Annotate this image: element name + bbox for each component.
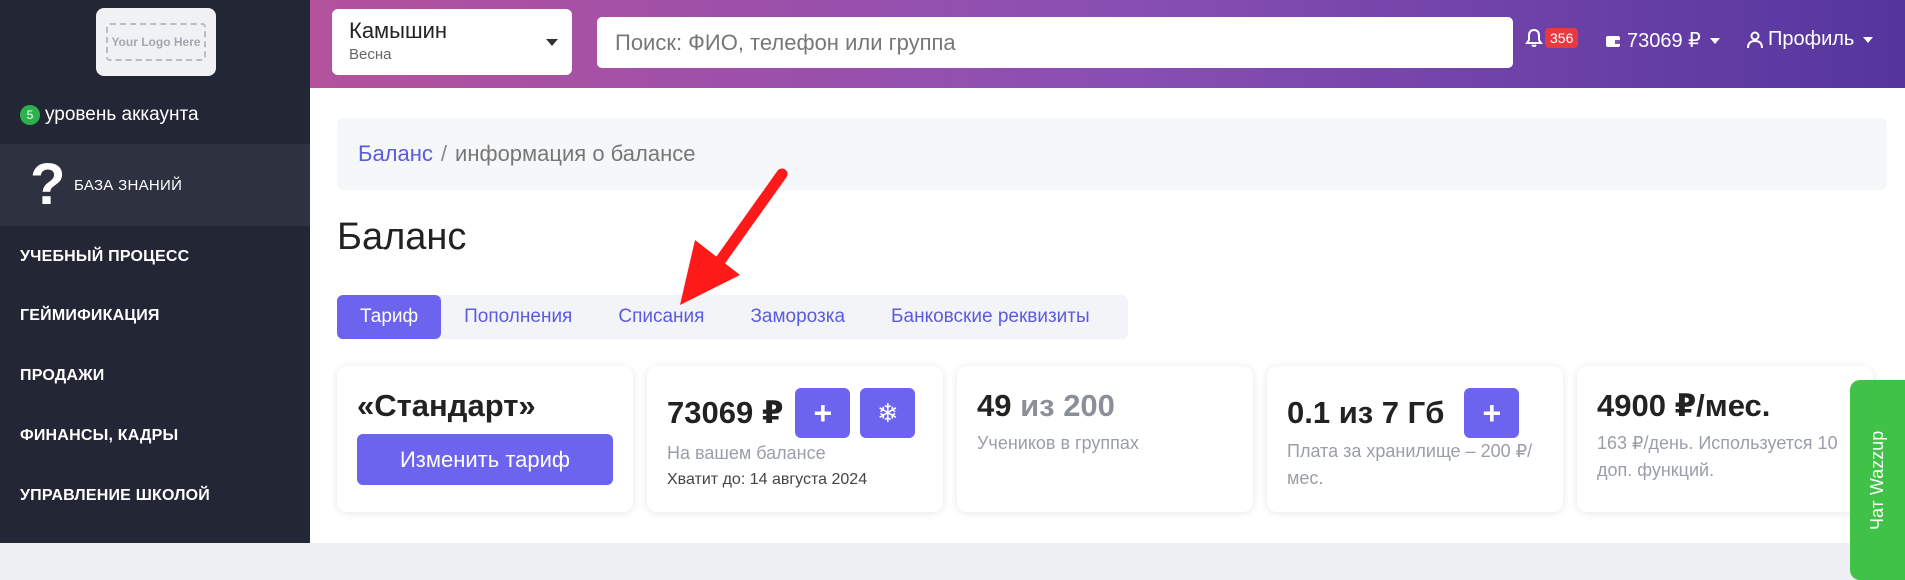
question-icon: ? — [30, 152, 66, 217]
user-icon — [1747, 31, 1763, 48]
plus-icon: + — [813, 394, 833, 431]
sidebar-item-label: БАЗА ЗНАНИЙ — [74, 176, 183, 194]
sidebar-item-finance[interactable]: ФИНАНСЫ, КАДРЫ — [20, 427, 178, 445]
city-name: Камышин — [349, 18, 448, 43]
breadcrumb: Баланс / информация о балансе — [337, 118, 1887, 190]
plus-icon: + — [1482, 394, 1502, 431]
chevron-down-icon — [546, 39, 558, 46]
balance-amount: 73069 ₽ — [667, 395, 784, 430]
storage-usage: 0.1 из 7 Гб — [1287, 395, 1445, 430]
wazzup-chat-widget[interactable]: Чат Wazzup — [1850, 380, 1905, 580]
students-count: 49 — [977, 388, 1012, 423]
add-storage-button[interactable]: + — [1464, 388, 1520, 438]
logo[interactable]: Your Logo Here — [96, 8, 216, 76]
account-level-badge: 5 — [20, 105, 40, 125]
city-season: Весна — [349, 46, 392, 63]
breadcrumb-link-balance[interactable]: Баланс — [358, 141, 433, 167]
tariff-card: «Стандарт» Изменить тариф — [337, 366, 633, 512]
breadcrumb-current: информация о балансе — [455, 141, 696, 166]
tab-bank-details[interactable]: Банковские реквизиты — [868, 295, 1113, 339]
account-level-label: уровень аккаунта — [45, 104, 199, 125]
balance-value: 73069 ₽ — [1627, 30, 1701, 52]
balance-dropdown[interactable]: 73069 ₽ — [1605, 28, 1720, 53]
freeze-button[interactable]: ❄ — [860, 388, 916, 438]
sidebar-item-knowledge-base[interactable]: ? БАЗА ЗНАНИЙ — [0, 144, 310, 226]
wallet-icon — [1606, 35, 1620, 47]
tab-bar: Тариф Пополнения Списания Заморозка Банк… — [337, 295, 1128, 339]
balance-subtitle: На вашем балансе — [667, 443, 826, 463]
notification-count-badge: 356 — [1545, 28, 1579, 48]
storage-subtitle: Плата за хранилище – 200 ₽/мес. — [1287, 441, 1533, 488]
top-header: Камышин Весна 356 73069 ₽ Профиль — [310, 0, 1905, 88]
sidebar: Your Logo Here 5 уровень аккаунта ? БАЗА… — [0, 0, 310, 543]
bell-icon — [1525, 28, 1543, 47]
chevron-down-icon — [1709, 37, 1720, 44]
price-subtitle: 163 ₽/день. Используется 10 доп. функций… — [1597, 433, 1838, 480]
tariff-name: «Стандарт» — [357, 388, 536, 423]
students-card: 49 из 200 Учеников в группах — [957, 366, 1253, 512]
wazzup-chat-label: Чат Wazzup — [1867, 430, 1887, 530]
change-tariff-button[interactable]: Изменить тариф — [357, 434, 613, 485]
sidebar-item-sales[interactable]: ПРОДАЖИ — [20, 367, 105, 385]
summary-cards: «Стандарт» Изменить тариф 73069 ₽ + ❄ На… — [337, 366, 1873, 512]
logo-text: Your Logo Here — [106, 23, 206, 61]
account-level[interactable]: 5 уровень аккаунта — [20, 104, 199, 126]
page-title: Баланс — [337, 216, 467, 258]
sidebar-item-school-management[interactable]: УПРАВЛЕНИЕ ШКОЛОЙ — [20, 487, 210, 505]
tab-tariff[interactable]: Тариф — [337, 295, 442, 339]
balance-enough-until: Хватит до: 14 августа 2024 — [667, 471, 868, 488]
monthly-price: 4900 ₽/мес. — [1597, 388, 1771, 423]
search-input[interactable] — [597, 17, 1513, 68]
sidebar-item-gamification[interactable]: ГЕЙМИФИКАЦИЯ — [20, 307, 160, 325]
tab-freeze[interactable]: Заморозка — [727, 295, 868, 339]
profile-label: Профиль — [1768, 28, 1855, 50]
main-content: Баланс / информация о балансе Баланс Тар… — [310, 88, 1905, 543]
tab-top-ups[interactable]: Пополнения — [441, 295, 595, 339]
tab-charges[interactable]: Списания — [595, 295, 727, 339]
add-funds-button[interactable]: + — [795, 388, 851, 438]
city-select[interactable]: Камышин Весна — [332, 9, 572, 75]
students-limit: из 200 — [1020, 388, 1115, 423]
breadcrumb-separator: / — [440, 141, 448, 166]
sidebar-item-learning[interactable]: УЧЕБНЫЙ ПРОЦЕСС — [20, 248, 189, 266]
profile-dropdown[interactable]: Профиль — [1747, 28, 1874, 51]
storage-card: 0.1 из 7 Гб + Плата за хранилище – 200 ₽… — [1267, 366, 1563, 512]
snowflake-icon: ❄ — [876, 397, 899, 428]
price-card: 4900 ₽/мес. 163 ₽/день. Используется 10 … — [1577, 366, 1873, 512]
chevron-down-icon — [1863, 36, 1874, 43]
students-subtitle: Учеников в группах — [977, 433, 1139, 453]
notifications-button[interactable]: 356 — [1525, 28, 1579, 48]
balance-card: 73069 ₽ + ❄ На вашем балансе Хватит до: … — [647, 366, 943, 512]
